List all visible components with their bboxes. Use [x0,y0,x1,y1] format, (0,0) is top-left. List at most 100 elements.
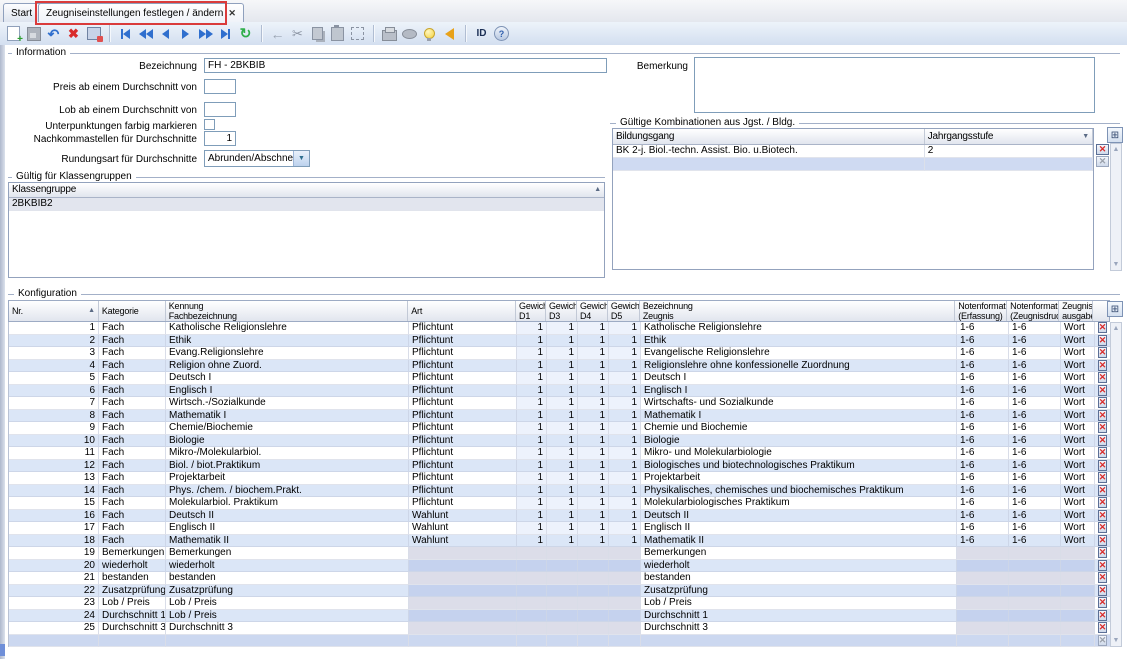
cell-nr[interactable]: 7 [9,397,99,410]
cell-kennung[interactable]: Katholische Religionslehre [166,322,409,335]
cell-bezeichnung[interactable]: bestanden [641,572,957,585]
cell-gewicht-d4[interactable]: 1 [578,322,609,335]
cell-bezeichnung[interactable]: Durchschnitt 1 [641,609,957,622]
cell-notenformat-zeugnisdruck[interactable]: 1-6 [1009,422,1061,435]
cell-bezeichnung[interactable]: Mathematik I [641,409,957,422]
cell-bezeichnung[interactable]: Lob / Preis [641,597,957,610]
cell-kennung[interactable]: Mathematik II [166,534,409,547]
cell-art[interactable]: Wahlunt [409,509,517,522]
cell-notenformat-erfassung[interactable] [957,547,1009,560]
cell-nr[interactable]: 1 [9,322,99,335]
cell-bildungsgang[interactable]: BK 2-j. Biol.-techn. Assist. Bio. u.Biot… [613,145,925,158]
cell-gewicht-d4[interactable] [578,559,609,572]
cell-notenformat-erfassung[interactable]: 1-6 [957,372,1009,385]
cell-bezeichnung[interactable]: Biologisches und biotechnologisches Prak… [641,459,957,472]
cell-kennung[interactable]: Projektarbeit [166,472,409,485]
cell-notenformat-erfassung[interactable]: 1-6 [957,459,1009,472]
cell-notenformat-zeugnisdruck[interactable]: 1-6 [1009,484,1061,497]
delete-row-button[interactable]: ✕ [1097,547,1108,559]
cell-kategorie[interactable]: Zusatzprüfung [99,584,166,597]
cell-gewicht-d1[interactable] [517,622,547,635]
cell-kennung[interactable]: Phys. /chem. / biochem.Prakt. [166,484,409,497]
cell-bezeichnung[interactable]: Physikalisches, chemisches und biochemis… [641,484,957,497]
cell-nr[interactable]: 24 [9,609,99,622]
cell-kennung[interactable]: Bemerkungen [166,547,409,560]
cell-art[interactable] [409,609,517,622]
cell-art[interactable] [409,584,517,597]
scroll-down-icon[interactable]: ▼ [1111,635,1121,646]
cell-kennung[interactable]: Ethik [166,334,409,347]
cell-notenformat-zeugnisdruck[interactable]: 1-6 [1009,322,1061,335]
cell-art[interactable]: Pflichtunt [409,384,517,397]
cell-gewicht-d5[interactable] [609,572,641,585]
cell-bezeichnung[interactable] [641,634,957,647]
delete-row-button[interactable]: ✕ [1097,347,1108,359]
cell-bezeichnung[interactable]: Chemie und Biochemie [641,422,957,435]
cell-art[interactable]: Pflichtunt [409,359,517,372]
cell-gewicht-d5[interactable] [609,559,641,572]
cell-gewicht-d3[interactable] [547,584,578,597]
table-row[interactable]: 12 Fach Biol. / biot.Praktikum Pflichtunt 1 1… [9,459,1111,472]
table-row[interactable]: 2 Fach Ethik Pflichtunt 1 1 1 1 Ethik 1-6 1-6 Wort ✕ [9,334,1111,347]
scroll-up-icon[interactable]: ▲ [1111,144,1121,155]
cell-notenformat-zeugnisdruck[interactable]: 1-6 [1009,359,1061,372]
table-row[interactable]: 13 Fach Projektarbeit Pflichtunt 1 1 1 1 Projekt… [9,472,1111,485]
column-header-art[interactable]: Art [408,301,517,321]
delete-row-button[interactable]: ✕ [1097,522,1108,534]
cell-notenformat-zeugnisdruck[interactable] [1009,634,1061,647]
cell-zeugnisausgabe[interactable]: Wort [1061,522,1095,535]
delete-row-button[interactable]: ✕ [1097,397,1108,409]
cell-gewicht-d1[interactable] [517,559,547,572]
cell-notenformat-erfassung[interactable] [957,584,1009,597]
cell-notenformat-erfassung[interactable]: 1-6 [957,422,1009,435]
new-record-icon[interactable]: + [5,25,23,45]
cell-gewicht-d3[interactable]: 1 [547,484,578,497]
cell-gewicht-d5[interactable]: 1 [609,472,641,485]
delete-row-button[interactable]: ✕ [1097,534,1108,546]
cell-klassengruppe[interactable]: 2BKBIB2 [9,198,604,211]
cell-gewicht-d5[interactable]: 1 [609,347,641,360]
cell-kennung[interactable]: Chemie/Biochemie [166,422,409,435]
kombinationen-scrollbar[interactable]: ▲ ▼ [1110,143,1122,271]
cell-kategorie[interactable] [99,634,166,647]
cell-nr[interactable]: 17 [9,522,99,535]
cell-art[interactable]: Pflichtunt [409,422,517,435]
table-row[interactable]: 10 Fach Biologie Pflichtunt 1 1 1 1 Biologie 1-6 1… [9,434,1111,447]
cell-nr[interactable] [9,634,99,647]
cell-zeugnisausgabe[interactable]: Wort [1061,397,1095,410]
cell-bezeichnung[interactable]: Biologie [641,434,957,447]
cell-gewicht-d4[interactable]: 1 [578,334,609,347]
delete-row-button[interactable]: ✕ [1096,144,1109,155]
cell-notenformat-zeugnisdruck[interactable]: 1-6 [1009,384,1061,397]
cell-gewicht-d1[interactable]: 1 [517,397,547,410]
delete-row-button[interactable]: ✕ [1097,622,1108,634]
save-icon[interactable] [25,25,42,42]
cell-gewicht-d5[interactable]: 1 [609,359,641,372]
cell-gewicht-d4[interactable]: 1 [578,347,609,360]
cell-notenformat-zeugnisdruck[interactable]: 1-6 [1009,347,1061,360]
cell-notenformat-erfassung[interactable]: 1-6 [957,334,1009,347]
delete-row-button[interactable]: ✕ [1097,484,1108,496]
edit-table-icon[interactable] [85,25,103,42]
delete-row-button[interactable]: ✕ [1097,472,1108,484]
cell-zeugnisausgabe[interactable]: Wort [1061,384,1095,397]
cell-gewicht-d1[interactable]: 1 [517,472,547,485]
cell-art[interactable] [409,622,517,635]
cell-kategorie[interactable]: Fach [99,347,166,360]
cell-gewicht-d1[interactable] [517,634,547,647]
table-row[interactable]: 21 bestanden bestanden bestanden ✕ [9,572,1111,585]
cell-notenformat-erfassung[interactable]: 1-6 [957,534,1009,547]
cell-gewicht-d5[interactable] [609,609,641,622]
cell-kategorie[interactable]: Bemerkungen [99,547,166,560]
cell-notenformat-zeugnisdruck[interactable] [1009,609,1061,622]
cell-notenformat-zeugnisdruck[interactable]: 1-6 [1009,522,1061,535]
cell-notenformat-erfassung[interactable] [957,634,1009,647]
cell-notenformat-zeugnisdruck[interactable] [1009,622,1061,635]
cell-gewicht-d4[interactable] [578,584,609,597]
delete-row-button[interactable]: ✕ [1097,447,1108,459]
next-record-icon[interactable] [177,25,194,42]
table-row[interactable]: 3 Fach Evang.Religionslehre Pflichtunt 1 1 1 1 E… [9,347,1111,360]
cell-kategorie[interactable]: Fach [99,334,166,347]
cell-zeugnisausgabe[interactable]: Wort [1061,409,1095,422]
cell-gewicht-d4[interactable] [578,547,609,560]
